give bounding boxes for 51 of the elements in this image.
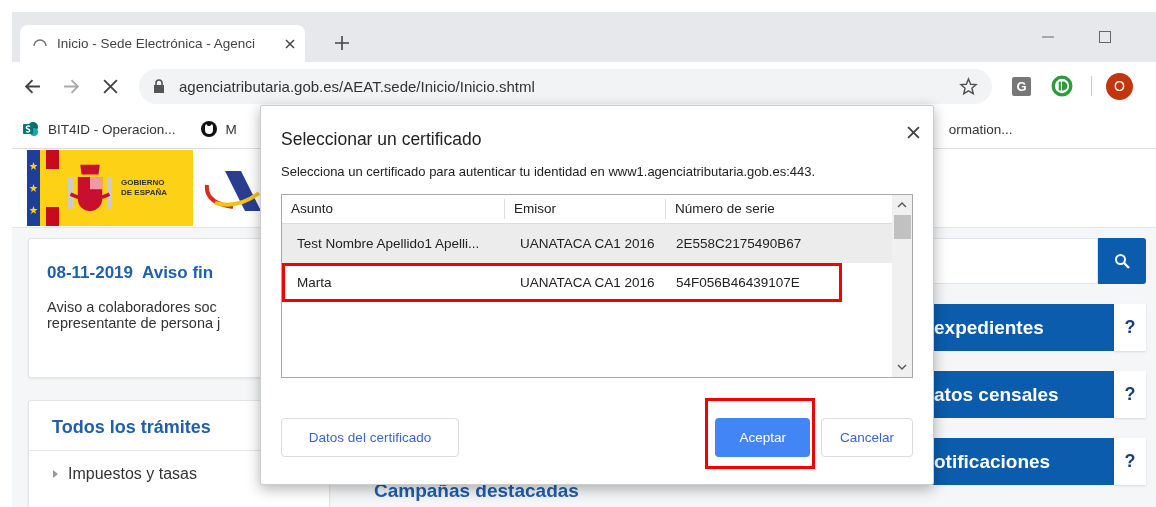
notice-date: 08-11-2019 (47, 263, 134, 283)
column-header[interactable]: Emisor (505, 199, 666, 219)
search-icon (1114, 253, 1130, 269)
bookmark[interactable]: M (200, 121, 237, 137)
extension-icon[interactable] (1051, 75, 1073, 97)
dialog-subtitle: Selecciona un certificado para autenticar tu identidad en www1.agenciatributaria.gob.es:443. (281, 164, 817, 179)
help-button[interactable]: ? (1114, 438, 1146, 485)
scroll-down-icon[interactable] (897, 364, 907, 370)
scroll-up-icon[interactable] (897, 202, 907, 208)
search-button[interactable] (1098, 238, 1146, 284)
stop-icon[interactable] (102, 77, 119, 95)
table-cell-text: 54F056B46439107E (675, 275, 801, 290)
procedure-link[interactable]: Impuestos y tasas (68, 465, 197, 483)
notice-title[interactable]: Aviso fin (142, 263, 214, 283)
bookmark[interactable]: ormation... (948, 121, 1013, 137)
lock-icon (153, 79, 165, 93)
url-text: agenciatributaria.gob.es/AEAT.sede/Inicio/Inicio.shtml (179, 77, 536, 95)
help-button[interactable]: ? (1114, 371, 1146, 418)
scrollbar[interactable] (892, 195, 912, 377)
table-cell-text: UANATACA CA1 2016 (519, 275, 656, 290)
dialog-title: Seleccionar un certificado (281, 129, 482, 150)
dialog-button[interactable]: Datos del certificado (281, 418, 459, 457)
dialog-button[interactable]: Aceptar (715, 418, 810, 457)
dialog-button[interactable]: Cancelar (820, 418, 913, 457)
table-cell-text: UANATACA CA1 2016 (519, 236, 656, 251)
maximize-icon[interactable] (1099, 31, 1111, 43)
help-button[interactable]: ? (1114, 304, 1146, 351)
bookmark[interactable]: BIT4ID - Operacion... (23, 121, 176, 137)
notice-text: Aviso a colaboradores soc representante de persona j (47, 299, 222, 331)
column-header[interactable]: Asunto (282, 199, 505, 219)
profile-avatar[interactable]: O (1106, 72, 1133, 100)
campaigns-title: Campañas destacadas (373, 480, 580, 502)
table-cell-text: 2E558C2175490B67 (675, 236, 803, 251)
sharepoint-s-icon (23, 121, 39, 137)
back-icon[interactable] (24, 77, 41, 95)
table-cell-text: Marta (296, 275, 333, 290)
tab-title: Inicio - Sede Electrónica - Agenci (57, 36, 257, 51)
certificate-row[interactable]: Test Nombre Apellido1 Apelli... UANATACA CA1 2016 2E558C2175490B67 (282, 224, 892, 263)
close-tab-icon[interactable] (285, 38, 295, 49)
certificate-row[interactable]: Marta UANATACA CA1 2016 54F056B46439107E (282, 263, 892, 302)
table-cell-text: Test Nombre Apellido1 Apelli... (296, 236, 481, 251)
triangle-icon (53, 470, 58, 478)
close-icon[interactable] (907, 126, 920, 139)
new-tab-icon[interactable] (335, 36, 349, 50)
browser-tab[interactable]: Inicio - Sede Electrónica - Agenci (20, 25, 305, 62)
government-logo: GOBIERNO DE ESPAÑA (27, 150, 193, 226)
star-icon[interactable] (959, 76, 978, 96)
address-bar[interactable]: agenciatributaria.gob.es/AEAT.sede/Inicio/Inicio.shtml (139, 68, 992, 104)
extension-button[interactable]: G (1012, 76, 1031, 96)
scroll-thumb[interactable] (893, 215, 911, 239)
column-header[interactable]: Número de serie (666, 199, 892, 219)
